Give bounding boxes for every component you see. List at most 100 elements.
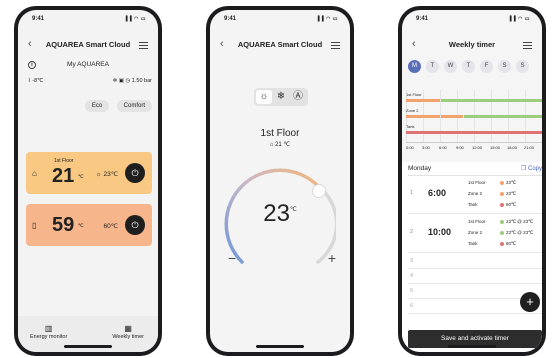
eco-button[interactable]: Eco bbox=[84, 100, 110, 112]
slot-number: 5 bbox=[410, 288, 414, 294]
zone-target-value: 23 bbox=[103, 171, 111, 178]
back-icon[interactable]: ‹ bbox=[412, 38, 416, 51]
menu-icon[interactable] bbox=[331, 42, 340, 49]
menu-icon[interactable] bbox=[523, 42, 532, 49]
house-icon: ⌂ bbox=[32, 169, 37, 178]
time-tick: 6:00 bbox=[439, 145, 447, 150]
status-icons: ▐▐ ◠ ▭ bbox=[316, 16, 338, 22]
tank-card[interactable]: ▯ 59 ℃ 60℃ ⏻ bbox=[26, 204, 152, 246]
weekly-timeline: 1st Floor Zone 2 Tank 0:00 3:00 6:00 9:0… bbox=[406, 90, 542, 156]
time-tick: 12:00 bbox=[472, 145, 483, 150]
time-tick: 0:00 bbox=[406, 145, 414, 150]
menu-icon[interactable] bbox=[139, 42, 148, 49]
energy-monitor-label: Energy monitor bbox=[30, 334, 68, 340]
add-slot-button[interactable]: + bbox=[520, 292, 540, 312]
slot-time: 6:00 bbox=[428, 188, 447, 198]
dial-handle[interactable] bbox=[312, 184, 326, 198]
status-dot bbox=[500, 202, 504, 207]
empty-slot[interactable]: 3 bbox=[408, 254, 542, 269]
zone-card-1st-floor[interactable]: ⌂ 1st Floor 21 ℃ ☼ 23℃ ⏻ bbox=[26, 152, 152, 194]
empty-slot[interactable]: 4 bbox=[408, 269, 542, 284]
timeline-label: 1st Floor bbox=[406, 92, 422, 97]
page-title: Weekly timer bbox=[448, 40, 496, 49]
copy-button[interactable]: ❐ Copy bbox=[521, 162, 542, 176]
slot-value: 23℃ @ 23℃ bbox=[506, 230, 534, 235]
slot-value: 60℃ bbox=[506, 202, 517, 207]
slot-number: 3 bbox=[410, 258, 414, 264]
slot-number: 4 bbox=[410, 273, 414, 279]
schedule-slot[interactable]: 1 6:00 1st Floor Zone 2 Tank 23℃ 23℃ 60℃ bbox=[408, 176, 542, 214]
current-temp-unit: ℃ bbox=[283, 142, 291, 148]
cool-mode-icon[interactable]: ❄ bbox=[273, 90, 289, 104]
thermometer-icon: ⌇ bbox=[28, 78, 31, 84]
home-indicator bbox=[64, 345, 112, 348]
day-wednesday[interactable]: W bbox=[444, 60, 457, 73]
status-bar: 9:41 ▐▐ ◠ ▭ bbox=[210, 16, 350, 26]
timeline-row-zone-2[interactable]: Zone 2 bbox=[406, 108, 542, 122]
phone-weekly-timer: 9:41 ▐▐ ◠ ▭ ‹ Weekly timer M T W T F S S bbox=[398, 6, 546, 356]
info-icon[interactable]: i bbox=[28, 61, 36, 69]
status-dot bbox=[500, 230, 504, 235]
timeline-label: Tank bbox=[406, 124, 415, 129]
day-friday[interactable]: F bbox=[480, 60, 493, 73]
back-icon[interactable]: ‹ bbox=[28, 38, 32, 51]
day-thursday[interactable]: T bbox=[462, 60, 475, 73]
home-screen: 9:41 ▐▐ ◠ ▭ ‹ AQUAREA Smart Cloud i My A… bbox=[18, 10, 158, 352]
schedule-slot[interactable]: 2 10:00 1st Floor Zone 2 Tank 23℃ @ 23℃ … bbox=[408, 215, 542, 253]
slot-zone: 1st Floor bbox=[468, 219, 486, 224]
increase-button[interactable]: + bbox=[328, 250, 336, 266]
nav-bar: ‹ Weekly timer bbox=[402, 38, 542, 52]
heat-mode-icon[interactable]: ☼ bbox=[256, 90, 272, 104]
power-icon[interactable]: ⏻ bbox=[125, 215, 145, 235]
status-icons: ▐▐ ◠ ▭ bbox=[124, 16, 146, 22]
slot-zone: Zone 2 bbox=[468, 191, 483, 196]
tank-icon: ▣ bbox=[118, 78, 124, 84]
status-dot bbox=[500, 191, 504, 196]
weekly-timer-screen: 9:41 ▐▐ ◠ ▭ ‹ Weekly timer M T W T F S S bbox=[402, 10, 542, 352]
day-monday[interactable]: M bbox=[408, 60, 421, 73]
day-schedule: Monday ❐ Copy 1 6:00 1st Floor Zone 2 Ta… bbox=[402, 162, 542, 352]
slot-zone: 1st Floor bbox=[468, 180, 486, 185]
zone-control-screen: 9:41 ▐▐ ◠ ▭ ‹ AQUAREA Smart Cloud ☼ ❄ Ⓐ … bbox=[210, 10, 350, 352]
status-dot bbox=[500, 219, 504, 224]
timeline-row-tank[interactable]: Tank bbox=[406, 124, 542, 138]
status-time: 9:41 bbox=[32, 16, 45, 22]
chart-icon: ▥ bbox=[44, 324, 53, 333]
back-icon[interactable]: ‹ bbox=[220, 38, 224, 51]
sun-icon: ☼ bbox=[95, 171, 102, 178]
decrease-button[interactable]: − bbox=[228, 250, 236, 266]
mode-row: Eco Comfort bbox=[82, 94, 152, 112]
copy-icon: ❐ bbox=[520, 166, 527, 172]
auto-mode-icon[interactable]: Ⓐ bbox=[290, 90, 306, 104]
app-title: AQUAREA Smart Cloud bbox=[45, 40, 131, 49]
set-temp-value: 23 bbox=[263, 200, 290, 227]
tank-target: 60℃ bbox=[103, 222, 118, 230]
tank-target-unit: ℃ bbox=[110, 223, 118, 230]
status-time: 9:41 bbox=[416, 16, 429, 22]
current-temp: ⌂ 21 ℃ bbox=[210, 141, 350, 148]
copy-label: Copy bbox=[527, 166, 542, 172]
energy-monitor-tab[interactable]: ▥ Energy monitor bbox=[30, 324, 67, 340]
comfort-button[interactable]: Comfort bbox=[116, 100, 152, 112]
time-tick: 3:00 bbox=[422, 145, 430, 150]
timeline-bar bbox=[464, 115, 542, 118]
home-indicator bbox=[256, 345, 304, 348]
day-tuesday[interactable]: T bbox=[426, 60, 439, 73]
timeline-row-1st-floor[interactable]: 1st Floor bbox=[406, 92, 542, 106]
slot-value: 23℃ bbox=[506, 180, 517, 185]
location-row: i My AQUAREA bbox=[28, 59, 148, 71]
slot-time: 10:00 bbox=[428, 227, 452, 237]
gauge-icon: ◷ bbox=[125, 78, 131, 84]
set-temp-unit: ℃ bbox=[289, 207, 297, 213]
day-sunday[interactable]: S bbox=[516, 60, 529, 73]
day-saturday[interactable]: S bbox=[498, 60, 511, 73]
status-time: 9:41 bbox=[224, 16, 237, 22]
tank-temp: 59 bbox=[52, 214, 75, 236]
power-icon[interactable]: ⏻ bbox=[125, 163, 145, 183]
phone-home: 9:41 ▐▐ ◠ ▭ ‹ AQUAREA Smart Cloud i My A… bbox=[14, 6, 162, 356]
weekly-timer-tab[interactable]: ▦ Weekly timer bbox=[112, 324, 144, 340]
time-tick: 18:00 bbox=[507, 145, 518, 150]
slot-number: 6 bbox=[410, 303, 414, 309]
timeline-label: Zone 2 bbox=[406, 108, 419, 113]
tank-temp-unit: ℃ bbox=[78, 223, 84, 229]
